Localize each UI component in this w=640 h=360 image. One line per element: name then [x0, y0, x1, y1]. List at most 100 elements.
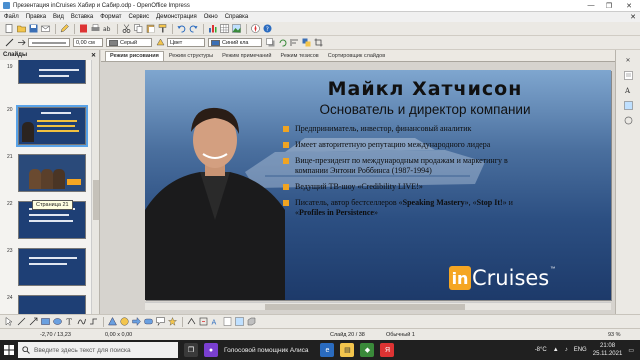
alice-assistant-label[interactable]: Голосовой помощник Алиса [224, 347, 308, 354]
redo-icon[interactable] [188, 24, 198, 34]
connector-tool-icon[interactable] [88, 317, 98, 327]
yandex-browser-icon[interactable]: Я [380, 343, 395, 357]
openoffice-taskbar-icon[interactable]: ◆ [360, 343, 375, 357]
area-color-select[interactable]: Синий кла [208, 38, 262, 47]
basic-shapes-icon[interactable] [107, 317, 117, 327]
clone-formatting-icon[interactable] [157, 24, 167, 34]
slide-title[interactable]: Майкл Хатчисон [255, 78, 595, 100]
close-sidebar-icon[interactable]: ✕ [623, 55, 633, 65]
points-icon[interactable] [186, 317, 196, 327]
area-type-select[interactable]: Цвет [167, 38, 205, 47]
gallery-tool-icon[interactable] [234, 317, 244, 327]
line-tool-icon[interactable] [16, 317, 26, 327]
line-color-select[interactable]: Серый [106, 38, 152, 47]
paste-icon[interactable] [145, 24, 155, 34]
styles-icon[interactable]: A [623, 85, 633, 95]
thumbnail-image[interactable] [18, 295, 86, 314]
table-icon[interactable] [219, 24, 229, 34]
tab-drawing[interactable]: Режим рисования [105, 51, 164, 61]
new-icon[interactable] [4, 24, 14, 34]
menu-tools[interactable]: Сервис [129, 14, 150, 20]
thumbnail-image[interactable] [18, 154, 86, 192]
thumbnail-slide-19[interactable]: 19 [0, 60, 92, 107]
cut-icon[interactable] [121, 24, 131, 34]
slides-scrollbar[interactable] [91, 60, 99, 314]
menu-window[interactable]: Окно [204, 14, 218, 20]
open-icon[interactable] [16, 24, 26, 34]
menu-slideshow[interactable]: Демонстрация [156, 14, 197, 20]
line-icon[interactable] [4, 38, 14, 48]
alice-assistant-icon[interactable]: ● [204, 343, 218, 357]
symbol-shapes-icon[interactable] [119, 317, 129, 327]
navigator-icon[interactable] [250, 24, 260, 34]
text-tool-icon[interactable]: T [64, 317, 74, 327]
weather-temperature[interactable]: -8°C [535, 347, 547, 353]
thumbnail-image[interactable] [18, 60, 86, 84]
shadow-icon[interactable] [265, 38, 275, 48]
task-view-icon[interactable]: ❐ [184, 343, 198, 357]
file-explorer-icon[interactable]: ▤ [340, 343, 355, 357]
help-icon[interactable]: ? [262, 24, 272, 34]
slide-subtitle[interactable]: Основатель и директор компании [255, 102, 595, 117]
taskbar-search-box[interactable]: Введите здесь текст для поиска [18, 342, 178, 358]
windows-start-icon[interactable] [0, 340, 18, 360]
chart-icon[interactable] [207, 24, 217, 34]
select-arrow-icon[interactable] [4, 317, 14, 327]
navigator-sidebar-icon[interactable] [623, 115, 633, 125]
volume-icon[interactable]: ♪ [565, 347, 568, 353]
tab-slide-sorter[interactable]: Сортировщик слайдов [324, 52, 389, 61]
menu-view[interactable]: Вид [53, 14, 64, 20]
menu-format[interactable]: Формат [100, 14, 121, 20]
thumbnail-image[interactable] [18, 248, 86, 286]
network-icon[interactable]: ▲ [553, 347, 559, 353]
extrusion-icon[interactable] [246, 317, 256, 327]
menu-insert[interactable]: Вставка [71, 14, 93, 20]
menu-edit[interactable]: Правка [26, 14, 46, 20]
tab-notes[interactable]: Режим примечаний [218, 52, 275, 61]
close-document-icon[interactable]: ✕ [630, 13, 636, 21]
from-file-icon[interactable] [222, 317, 232, 327]
export-pdf-icon[interactable] [78, 24, 88, 34]
flowchart-icon[interactable] [143, 317, 153, 327]
menu-file[interactable]: Файл [4, 14, 19, 20]
notifications-icon[interactable]: ▭ [628, 347, 634, 354]
slides-scrollbar-thumb[interactable] [93, 180, 99, 220]
save-icon[interactable] [28, 24, 38, 34]
arrow-style-icon[interactable] [16, 38, 26, 48]
block-arrows-icon[interactable] [131, 317, 141, 327]
line-arrow-tool-icon[interactable] [28, 317, 38, 327]
clock[interactable]: 21:08 25.11.2021 [593, 342, 623, 358]
tab-handout[interactable]: Режим тезисов [276, 52, 322, 61]
input-language[interactable]: ENG [574, 347, 587, 353]
thumbnail-slide-24[interactable]: 24 [0, 293, 92, 314]
zoom-level[interactable]: 93 % [608, 332, 621, 338]
arrange-icon[interactable] [301, 38, 311, 48]
callouts-icon[interactable] [155, 317, 165, 327]
fontwork-icon[interactable]: A [210, 317, 220, 327]
curve-tool-icon[interactable] [76, 317, 86, 327]
menu-help[interactable]: Справка [225, 14, 249, 20]
thumbnail-slide-20[interactable]: 20 [0, 105, 92, 150]
crop-icon[interactable] [313, 38, 323, 48]
align-icon[interactable] [289, 38, 299, 48]
properties-icon[interactable] [623, 70, 633, 80]
edit-file-icon[interactable] [59, 24, 69, 34]
horizontal-scrollbar-thumb[interactable] [265, 304, 465, 310]
edge-browser-icon[interactable]: e [320, 343, 335, 357]
minimize-button[interactable]: — [582, 0, 600, 12]
rotate-icon[interactable] [277, 38, 287, 48]
stars-icon[interactable] [167, 317, 177, 327]
area-icon[interactable] [155, 38, 165, 48]
thumbnail-image-selected[interactable] [16, 105, 88, 147]
horizontal-scrollbar[interactable] [145, 302, 611, 310]
rectangle-tool-icon[interactable] [40, 317, 50, 327]
close-window-button[interactable]: ✕ [618, 0, 640, 12]
slide-bullet-list[interactable]: Предприниматель, инвестор, финансовый ан… [282, 124, 532, 224]
thumbnail-slide-21[interactable]: 21 [0, 152, 92, 197]
print-icon[interactable] [90, 24, 100, 34]
line-style-select[interactable] [28, 38, 70, 47]
line-width-field[interactable]: 0,00 см [73, 38, 103, 47]
current-slide[interactable]: Майкл Хатчисон Основатель и директор ком… [145, 70, 611, 300]
gallery-icon[interactable] [623, 100, 633, 110]
image-icon[interactable] [231, 24, 241, 34]
